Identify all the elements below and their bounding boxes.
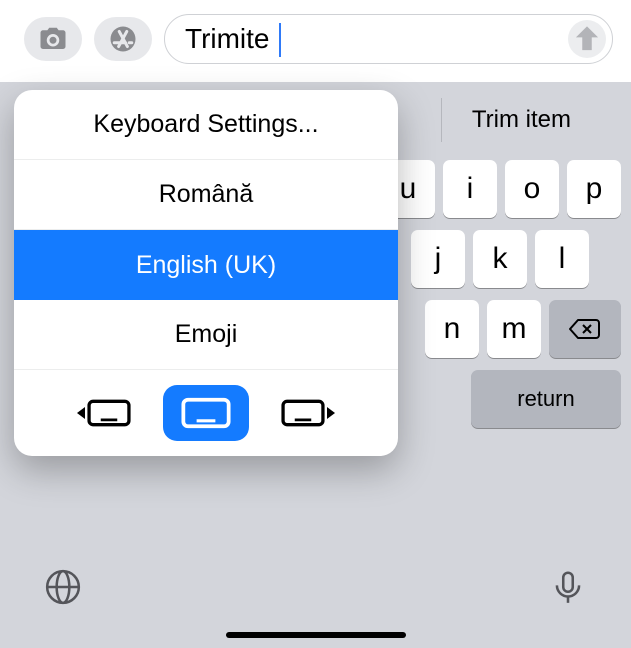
key-o[interactable]: o — [505, 160, 559, 218]
dock-right-button[interactable] — [277, 390, 339, 436]
arrow-left-icon — [77, 407, 85, 419]
key-k[interactable]: k — [473, 230, 527, 288]
key-n[interactable]: n — [425, 300, 479, 358]
arrow-right-icon — [327, 407, 335, 419]
return-key[interactable]: return — [471, 370, 621, 428]
keyboard-settings-item[interactable]: Keyboard Settings... — [14, 90, 398, 160]
backspace-icon — [568, 317, 602, 341]
keyboard-dock-row — [14, 370, 398, 456]
message-input[interactable] — [185, 23, 568, 55]
key-l[interactable]: l — [535, 230, 589, 288]
language-english-uk-item[interactable]: English (UK) — [14, 230, 398, 300]
home-indicator[interactable] — [226, 632, 406, 638]
keyboard-icon — [181, 396, 231, 430]
arrow-up-icon — [568, 20, 606, 58]
key-i[interactable]: i — [443, 160, 497, 218]
dock-left-button[interactable] — [73, 390, 135, 436]
appstore-button[interactable] — [94, 17, 152, 61]
compose-toolbar — [0, 0, 631, 82]
keyboard-switcher-popup: Keyboard Settings... Română English (UK)… — [14, 90, 398, 456]
key-p[interactable]: p — [567, 160, 621, 218]
globe-icon — [44, 568, 82, 606]
language-romana-item[interactable]: Română — [14, 160, 398, 230]
backspace-key[interactable] — [549, 300, 621, 358]
emoji-item[interactable]: Emoji — [14, 300, 398, 370]
keyboard-icon — [87, 398, 131, 428]
suggestion-item[interactable]: Trim item — [441, 98, 601, 142]
keyboard-bottom-bar — [0, 558, 631, 620]
send-button[interactable] — [568, 20, 606, 58]
dictation-key[interactable] — [549, 568, 587, 611]
appstore-icon — [108, 24, 138, 54]
globe-key[interactable] — [44, 568, 82, 611]
keyboard-icon — [281, 398, 325, 428]
message-input-container[interactable] — [164, 14, 613, 64]
key-j[interactable]: j — [411, 230, 465, 288]
key-m[interactable]: m — [487, 300, 541, 358]
microphone-icon — [549, 568, 587, 606]
camera-button[interactable] — [24, 17, 82, 61]
dock-center-button[interactable] — [163, 385, 249, 441]
text-cursor — [279, 23, 281, 57]
camera-icon — [38, 24, 68, 54]
